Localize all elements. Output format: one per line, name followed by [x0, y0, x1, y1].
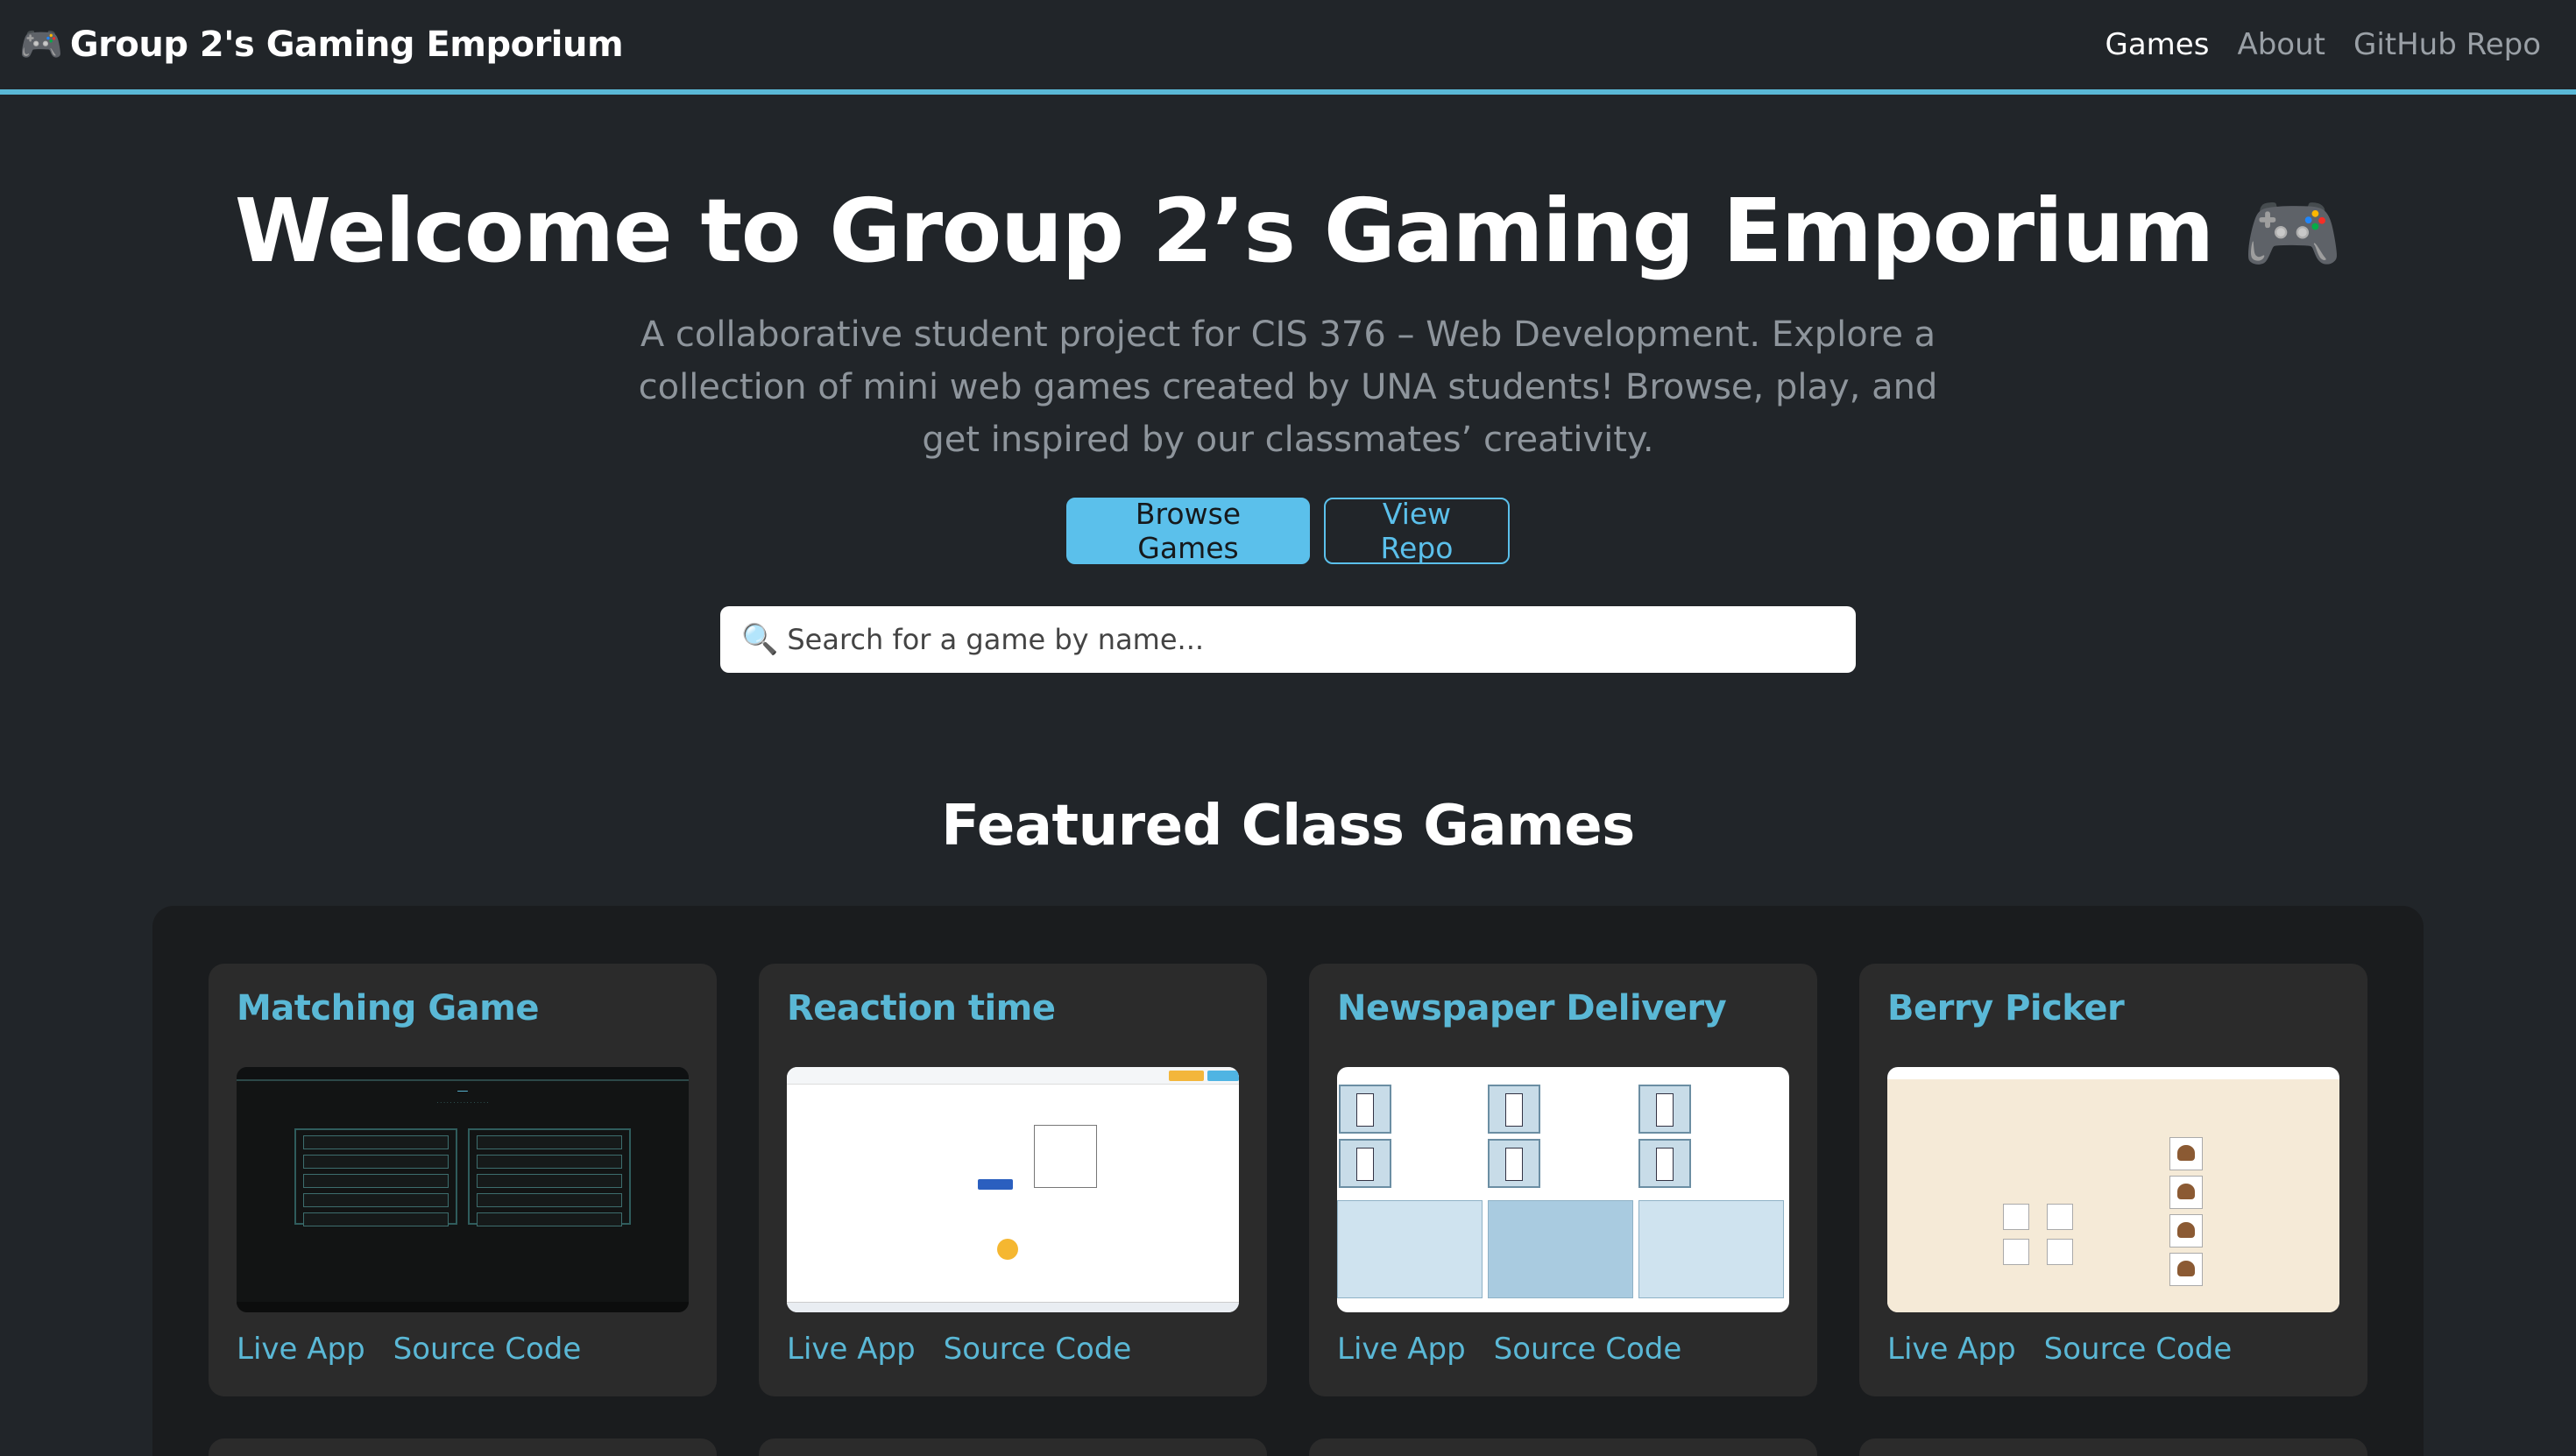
browse-games-button[interactable]: Browse Games [1066, 497, 1310, 565]
brand-link[interactable]: 🎮 Group 2's Gaming Emporium [19, 25, 624, 65]
card-links: Live App Source Code [1337, 1332, 1681, 1367]
search-input[interactable] [787, 623, 1839, 656]
view-repo-button[interactable]: View Repo [1324, 497, 1510, 565]
live-app-link[interactable]: Live App [1337, 1332, 1466, 1367]
source-code-link[interactable]: Source Code [2044, 1332, 2233, 1367]
source-code-link[interactable]: Source Code [944, 1332, 1132, 1367]
nav-link-github-repo[interactable]: GitHub Repo [2353, 27, 2541, 62]
source-code-link[interactable]: Source Code [393, 1332, 582, 1367]
card-links: Live App Source Code [787, 1332, 1131, 1367]
live-app-link[interactable]: Live App [237, 1332, 365, 1367]
game-screenshot [1887, 1067, 2339, 1312]
game-card-newspaper-delivery: Newspaper Delivery Live App Source Code [1309, 964, 1817, 1396]
card-links: Live App Source Code [237, 1332, 581, 1367]
game-card [759, 1438, 1267, 1456]
live-app-link[interactable]: Live App [787, 1332, 916, 1367]
game-card-matching-game: Matching Game — · · · · · · · · · · · · … [209, 964, 717, 1396]
game-screenshot: — · · · · · · · · · · · · · · · · [237, 1067, 689, 1312]
game-card-reaction-time: Reaction time Live App Source Code [759, 964, 1267, 1396]
live-app-link[interactable]: Live App [1887, 1332, 2016, 1367]
nav-link-about[interactable]: About [2237, 27, 2325, 62]
featured-section-title: Featured Class Games [941, 794, 1635, 859]
game-card [209, 1438, 717, 1456]
gamepad-icon: 🎮 [19, 25, 63, 65]
hero-buttons: Browse Games View Repo [0, 497, 2576, 565]
games-panel: Matching Game — · · · · · · · · · · · · … [152, 906, 2424, 1456]
navbar: 🎮 Group 2's Gaming Emporium Games About … [0, 0, 2576, 95]
search-box: 🔍 [720, 606, 1856, 673]
game-card-title: Matching Game [237, 988, 539, 1028]
card-links: Live App Source Code [1887, 1332, 2232, 1367]
game-card-title: Reaction time [787, 988, 1056, 1028]
hero-title: Welcome to Group 2’s Gaming Emporium 🎮 [0, 179, 2576, 286]
game-card-title: Berry Picker [1887, 988, 2125, 1028]
nav-links: Games About GitHub Repo [2105, 27, 2542, 62]
hero-description: A collaborative student project for CIS … [638, 315, 1938, 460]
game-card [1859, 1438, 2367, 1456]
gamepad-icon: 🎮 [2242, 187, 2343, 280]
source-code-link[interactable]: Source Code [1494, 1332, 1682, 1367]
brand-name: Group 2's Gaming Emporium [69, 25, 624, 65]
nav-link-games[interactable]: Games [2105, 27, 2210, 62]
game-card [1309, 1438, 1817, 1456]
search-icon: 🔍 [741, 622, 779, 657]
game-screenshot [1337, 1067, 1789, 1312]
game-card-berry-picker: Berry Picker Live App Source Code [1859, 964, 2367, 1396]
game-card-title: Newspaper Delivery [1337, 988, 1727, 1028]
game-screenshot [787, 1067, 1239, 1312]
hero-title-text: Welcome to Group 2’s Gaming Emporium [234, 180, 2214, 282]
